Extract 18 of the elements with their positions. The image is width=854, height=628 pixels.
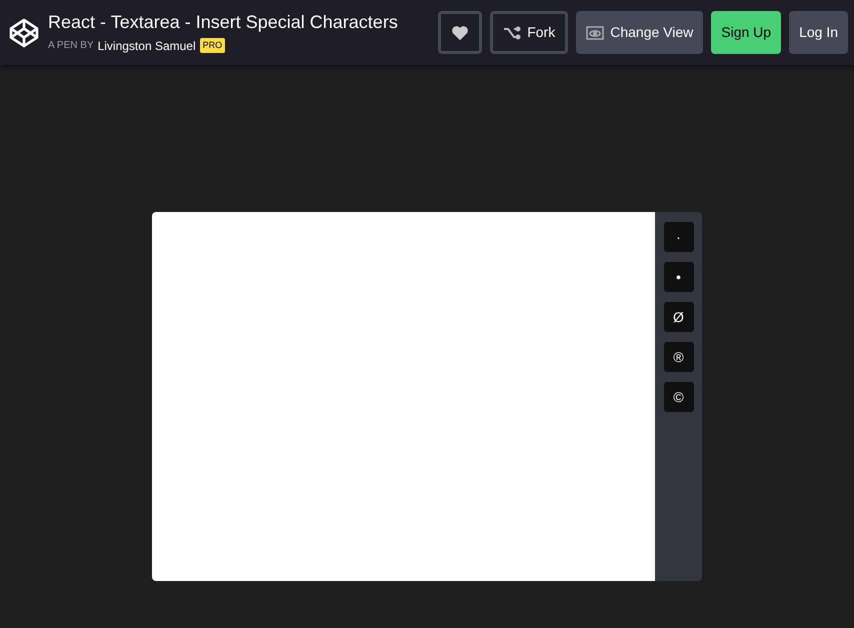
character-button[interactable]: © <box>664 382 694 412</box>
heart-icon <box>451 24 470 40</box>
character-button[interactable]: · <box>664 222 694 252</box>
logo-icon <box>8 16 40 48</box>
sign-up-button[interactable]: Sign Up <box>711 11 782 54</box>
like-button[interactable] <box>438 11 482 54</box>
fork-button[interactable]: Fork <box>490 11 568 54</box>
eye-icon <box>586 26 604 40</box>
character-button[interactable]: Ø <box>664 302 694 332</box>
character-button[interactable]: • <box>664 262 694 292</box>
change-view-button[interactable]: Change View <box>576 11 704 54</box>
fork-icon <box>503 26 522 40</box>
pen-title: React - Textarea - Insert Special Characters <box>48 10 399 32</box>
character-button[interactable]: ® <box>664 342 694 372</box>
pro-tag: PRO <box>200 38 226 54</box>
log-in-button[interactable]: Log In <box>789 11 848 54</box>
byline-label: A PEN BY <box>48 39 94 53</box>
author-link[interactable]: Livingston Samuel <box>98 36 196 54</box>
